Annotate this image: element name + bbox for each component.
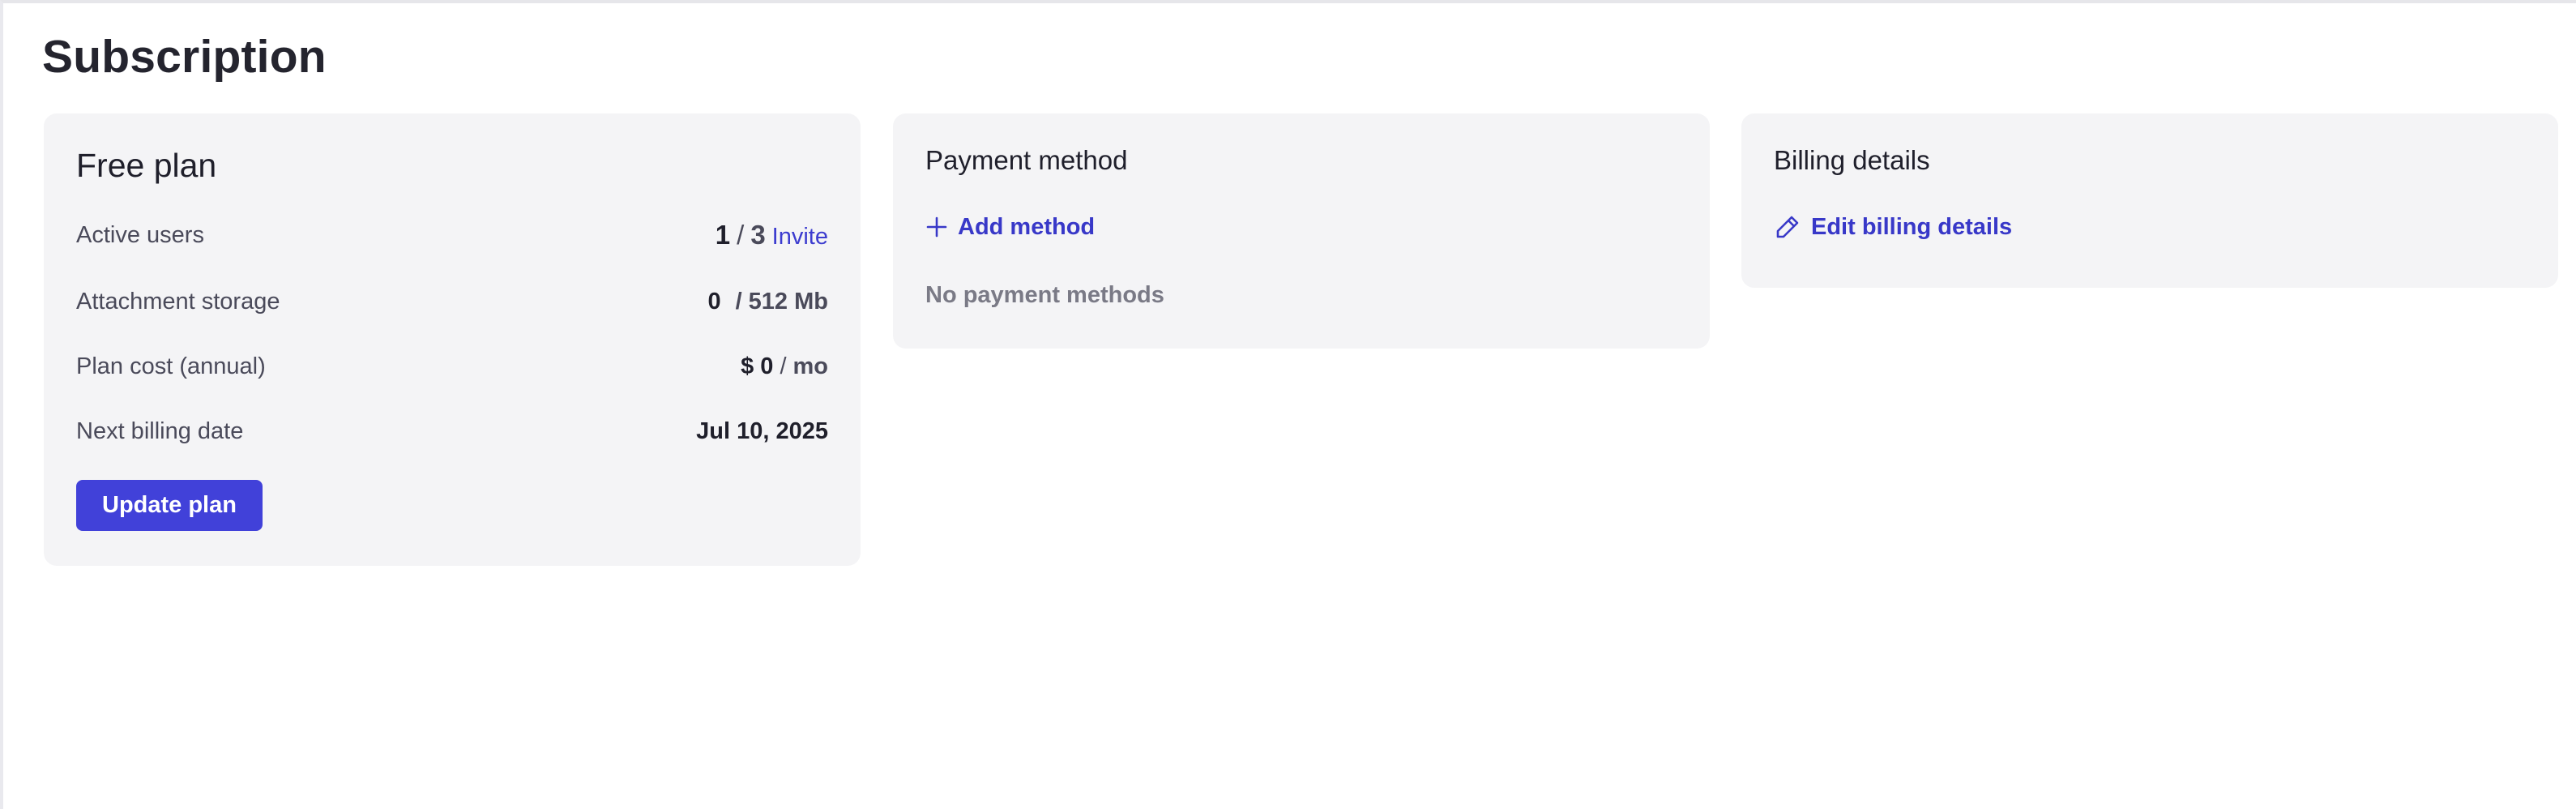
attachment-storage-value: 0 / 512 Mb bbox=[707, 289, 828, 315]
next-billing-date: Jul 10, 2025 bbox=[696, 417, 828, 444]
plan-cost-amount: $ 0 bbox=[741, 353, 774, 379]
plan-cost-period: mo bbox=[792, 353, 829, 379]
invite-link[interactable]: Invite bbox=[772, 224, 828, 250]
subscription-page: Subscription Free plan Active users 1 / … bbox=[0, 0, 2576, 809]
plan-card: Free plan Active users 1 / 3 Invite Atta… bbox=[44, 113, 861, 566]
pencil-icon bbox=[1774, 213, 1801, 241]
add-method-button[interactable]: Add method bbox=[925, 209, 1095, 245]
page-title: Subscription bbox=[42, 31, 327, 83]
plan-cost-separator: / bbox=[780, 353, 787, 379]
payment-method-title: Payment method bbox=[925, 145, 1128, 175]
billing-details-title: Billing details bbox=[1774, 145, 1930, 175]
active-users-label: Active users bbox=[76, 221, 204, 248]
attachment-storage-used: 0 bbox=[707, 288, 721, 315]
attachment-storage-limit: 512 Mb bbox=[748, 288, 828, 315]
attachment-storage-row: Attachment storage 0 / 512 Mb bbox=[76, 282, 828, 321]
update-plan-button[interactable]: Update plan bbox=[76, 480, 263, 531]
add-method-label: Add method bbox=[958, 213, 1096, 240]
edit-billing-details-label: Edit billing details bbox=[1811, 213, 2013, 240]
active-users-current: 1 bbox=[715, 220, 731, 250]
attachment-storage-separator: / bbox=[735, 288, 742, 315]
plan-cost-label: Plan cost (annual) bbox=[76, 353, 266, 379]
no-payment-methods-text: No payment methods bbox=[925, 282, 1164, 308]
plus-icon bbox=[925, 216, 948, 238]
plan-title: Free plan bbox=[76, 147, 217, 184]
plan-cost-row: Plan cost (annual) $ 0 / mo bbox=[76, 347, 828, 386]
next-billing-row: Next billing date Jul 10, 2025 bbox=[76, 412, 828, 451]
active-users-limit: 3 bbox=[750, 220, 766, 250]
billing-details-card: Billing details Edit billing details bbox=[1741, 113, 2558, 288]
next-billing-label: Next billing date bbox=[76, 417, 244, 444]
active-users-separator: / bbox=[737, 220, 745, 250]
edit-billing-details-button[interactable]: Edit billing details bbox=[1774, 209, 2012, 245]
plan-cost-value: $ 0 / mo bbox=[741, 353, 828, 380]
active-users-value: 1 / 3 Invite bbox=[716, 220, 828, 250]
attachment-storage-label: Attachment storage bbox=[76, 288, 280, 315]
active-users-row: Active users 1 / 3 Invite bbox=[76, 216, 828, 255]
payment-method-card: Payment method Add method No payment met… bbox=[893, 113, 1710, 349]
